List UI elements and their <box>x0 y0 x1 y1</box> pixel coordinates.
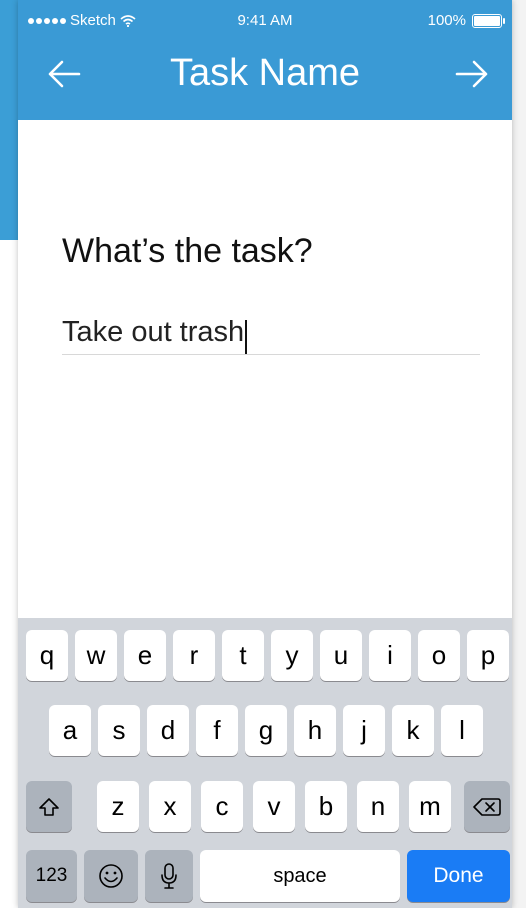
key-h[interactable]: h <box>294 705 336 756</box>
emoji-icon <box>99 864 123 888</box>
text-cursor <box>245 319 248 354</box>
key-b[interactable]: b <box>305 781 347 832</box>
shift-icon <box>39 797 59 816</box>
key-n[interactable]: n <box>357 781 399 832</box>
numbers-key[interactable]: 123 <box>26 850 77 902</box>
space-key[interactable]: space <box>200 850 400 902</box>
task-name-input[interactable]: Take out trash <box>62 312 480 355</box>
key-u[interactable]: u <box>320 630 362 681</box>
keyboard: 123 space Done qwertyuiop asdfghjkl zxcvbn… <box>18 618 512 908</box>
page-title: Task Name <box>169 52 361 94</box>
key-i[interactable]: i <box>369 630 411 681</box>
key-y[interactable]: y <box>271 630 313 681</box>
key-g[interactable]: g <box>245 705 287 756</box>
key-o[interactable]: o <box>418 630 460 681</box>
key-a[interactable]: a <box>49 705 91 756</box>
key-j[interactable]: j <box>343 705 385 756</box>
task-question-label: What’s the task? <box>62 232 313 270</box>
key-f[interactable]: f <box>196 705 238 756</box>
key-p[interactable]: p <box>467 630 509 681</box>
key-e[interactable]: e <box>124 630 166 681</box>
shift-key[interactable] <box>26 781 72 832</box>
delete-key[interactable] <box>464 781 510 832</box>
key-r[interactable]: r <box>173 630 215 681</box>
task-name-value: Take out trash <box>62 316 245 348</box>
background-panel-left <box>0 0 18 240</box>
key-w[interactable]: w <box>75 630 117 681</box>
key-m[interactable]: m <box>409 781 451 832</box>
background-panel-right <box>512 0 526 908</box>
backspace-icon <box>473 797 501 816</box>
microphone-icon <box>161 863 177 889</box>
key-s[interactable]: s <box>98 705 140 756</box>
emoji-key[interactable] <box>84 850 138 902</box>
key-v[interactable]: v <box>253 781 295 832</box>
done-key[interactable]: Done <box>407 850 510 902</box>
phone-screen: Sketch 9:41 AM 100% Task Name What’s the… <box>18 0 512 908</box>
key-t[interactable]: t <box>222 630 264 681</box>
status-bar: Sketch 9:41 AM 100% <box>18 0 512 40</box>
dictation-key[interactable] <box>145 850 193 902</box>
battery-percentage: 100% <box>427 12 466 29</box>
battery-icon <box>472 13 505 28</box>
key-d[interactable]: d <box>147 705 189 756</box>
key-k[interactable]: k <box>392 705 434 756</box>
key-l[interactable]: l <box>441 705 483 756</box>
battery-indicator: 100% <box>427 12 505 29</box>
key-c[interactable]: c <box>201 781 243 832</box>
forward-button[interactable] <box>448 52 496 96</box>
key-x[interactable]: x <box>149 781 191 832</box>
key-z[interactable]: z <box>97 781 139 832</box>
header-bar: Sketch 9:41 AM 100% Task Name <box>18 0 512 120</box>
key-q[interactable]: q <box>26 630 68 681</box>
arrow-right-icon <box>455 60 488 88</box>
